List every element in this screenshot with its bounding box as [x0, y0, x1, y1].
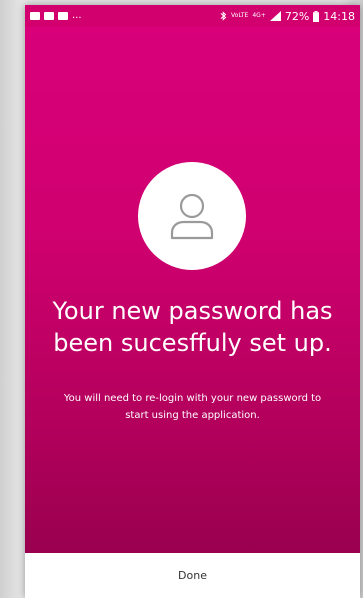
success-panel: Your new password has been sucesffuly se…: [25, 27, 360, 553]
signal-icon: [269, 11, 281, 21]
status-bar: ... VoLTE 4G+ 72% 14:18: [25, 5, 360, 27]
image-icon: [30, 12, 40, 20]
done-button[interactable]: Done: [162, 561, 223, 590]
phone-screen: ... VoLTE 4G+ 72% 14:18 Your new passwor…: [25, 5, 360, 598]
battery-icon: [313, 10, 320, 22]
status-overflow: ...: [72, 10, 82, 21]
success-headline: Your new password has been sucesffuly se…: [25, 295, 360, 359]
battery-percentage: 72%: [284, 9, 310, 23]
user-icon: [170, 193, 214, 240]
avatar: [138, 162, 246, 270]
subtext-line-2: start using the application.: [125, 410, 260, 421]
clock: 14:18: [323, 9, 355, 23]
gmail-icon: [58, 12, 68, 20]
headline-line-1: Your new password has: [52, 297, 333, 325]
relogin-message: You will need to re-login with your new …: [43, 390, 342, 424]
subtext-line-1: You will need to re-login with your new …: [63, 393, 322, 404]
footer-bar: Done: [25, 553, 360, 598]
status-bar-notifications: ...: [30, 11, 82, 21]
network-type-label: 4G+: [252, 12, 266, 19]
status-bar-system: VoLTE 4G+ 72% 14:18: [220, 10, 355, 23]
mail-icon: [44, 12, 54, 20]
headline-line-2: been sucesffuly set up.: [53, 329, 332, 357]
bluetooth-icon: [220, 11, 227, 21]
volte-label: VoLTE: [231, 12, 249, 19]
